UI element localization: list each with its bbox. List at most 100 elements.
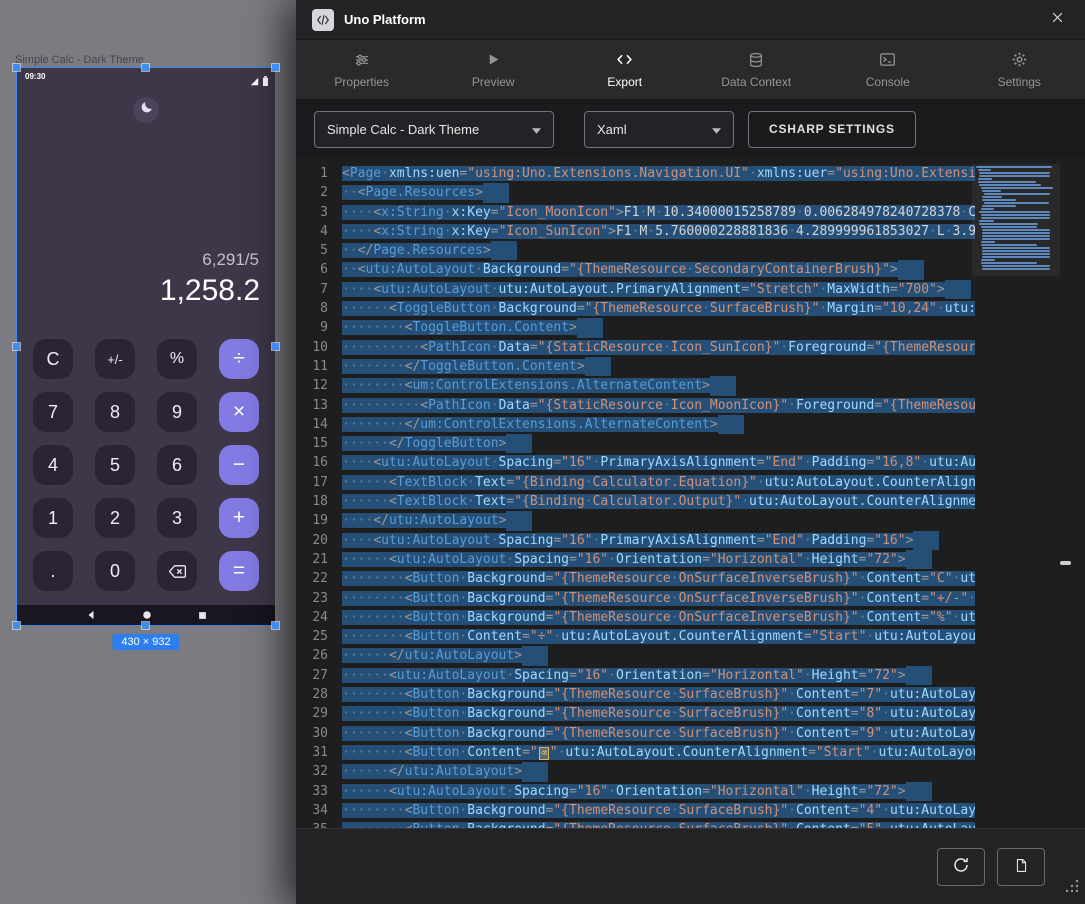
bottom-action-bar [296,828,1085,904]
code-line[interactable]: 28········<Button·Background="{ThemeReso… [296,685,1085,704]
code-line[interactable]: 14········</um:ControlExtensions.Alterna… [296,415,1085,434]
line-number: 35 [296,820,342,828]
code-line[interactable]: 17······<TextBlock·Text="{Binding·Calcul… [296,473,1085,492]
play-icon [486,51,501,69]
code-line[interactable]: 10··········<PathIcon·Data="{StaticResou… [296,338,1085,357]
line-number: 25 [296,627,342,646]
calc-key-÷[interactable]: ÷ [219,339,259,379]
code-line[interactable]: 18······<TextBlock·Text="{Binding·Calcul… [296,492,1085,511]
tab-export[interactable]: Export [559,40,691,99]
code-line[interactable]: 7····<utu:AutoLayout·utu:AutoLayout.Prim… [296,280,1085,299]
calc-key-backspace[interactable] [157,551,197,591]
line-number: 33 [296,782,342,801]
code-line[interactable]: 19····</utu:AutoLayout> [296,511,1085,530]
export-file-button[interactable] [997,848,1045,886]
code-line[interactable]: 29········<Button·Background="{ThemeReso… [296,704,1085,723]
line-number: 28 [296,685,342,704]
calc-key-×[interactable]: × [219,392,259,432]
code-line[interactable]: 34········<Button·Background="{ThemeReso… [296,801,1085,820]
code-line[interactable]: 9········<ToggleButton.Content> [296,318,1085,337]
calc-key-7[interactable]: 7 [33,392,73,432]
nav-home-button[interactable] [142,610,152,620]
calc-key-5[interactable]: 5 [95,445,135,485]
code-line[interactable]: 33······<utu:AutoLayout·Spacing="16"·Ori… [296,782,1085,801]
calc-key-−[interactable]: − [219,445,259,485]
code-line[interactable]: 16····<utu:AutoLayout·Spacing="16"·Prima… [296,453,1085,472]
code-line[interactable]: 5··</Page.Resources> [296,241,1085,260]
format-select-value: Xaml [597,122,627,137]
calc-key-.[interactable]: . [33,551,73,591]
code-line[interactable]: 11········</ToggleButton.Content> [296,357,1085,376]
calc-key-0[interactable]: 0 [95,551,135,591]
calc-key-9[interactable]: 9 [157,392,197,432]
line-number: 6 [296,260,342,279]
theme-select[interactable]: Simple Calc - Dark Theme [314,111,554,148]
code-line[interactable]: 26······</utu:AutoLayout> [296,646,1085,665]
scrollbar-thumb[interactable] [1060,561,1071,565]
tab-label: Preview [472,75,515,89]
line-number: 15 [296,434,342,453]
phone-status-bar: 09:30 [17,68,275,86]
code-line[interactable]: 6··<utu:AutoLayout·Background="{ThemeRes… [296,260,1085,279]
calc-key-4[interactable]: 4 [33,445,73,485]
tab-label: Export [607,75,642,89]
close-button[interactable] [1046,6,1069,34]
phone-artboard[interactable]: 09:30 6,291/5 1,258.2 C+/-%÷789×456−123+… [17,68,275,625]
line-number: 32 [296,762,342,781]
code-line[interactable]: 25········<Button·Content="÷"·utu:AutoLa… [296,627,1085,646]
window-titlebar[interactable]: Uno Platform [296,0,1085,40]
code-line[interactable]: 27······<utu:AutoLayout·Spacing="16"·Ori… [296,666,1085,685]
code-line[interactable]: 2··<Page.Resources> [296,183,1085,202]
calc-key-=[interactable]: = [219,551,259,591]
line-number: 27 [296,666,342,685]
code-line[interactable]: 12········<um:ControlExtensions.Alternat… [296,376,1085,395]
refresh-button[interactable] [937,848,985,886]
tab-settings[interactable]: Settings [954,40,1085,99]
code-line[interactable]: 20····<utu:AutoLayout·Spacing="16"·Prima… [296,531,1085,550]
code-line[interactable]: 1<Page·xmlns:uen="using:Uno.Extensions.N… [296,164,1085,183]
calc-key-C[interactable]: C [33,339,73,379]
nav-recents-button[interactable] [198,611,207,620]
nav-back-button[interactable] [86,610,96,620]
resize-grip[interactable] [1065,879,1079,898]
code-line[interactable]: 8······<ToggleButton·Background="{ThemeR… [296,299,1085,318]
code-editor[interactable]: 1<Page·xmlns:uen="using:Uno.Extensions.N… [296,158,1085,828]
code-line[interactable]: 15······</ToggleButton> [296,434,1085,453]
calc-key-8[interactable]: 8 [95,392,135,432]
code-line[interactable]: 31········<Button·Content="⌫"·utu:AutoLa… [296,743,1085,762]
tab-preview[interactable]: Preview [428,40,560,99]
code-line[interactable]: 35········<Button·Background="{ThemeReso… [296,820,1085,828]
code-line[interactable]: 13··········<PathIcon·Data="{StaticResou… [296,396,1085,415]
tab-console[interactable]: Console [822,40,954,99]
line-number: 3 [296,203,342,222]
code-line[interactable]: 4····<x:String·x:Key="Icon_SunIcon">F1·M… [296,222,1085,241]
code-line[interactable]: 30········<Button·Background="{ThemeReso… [296,724,1085,743]
calc-key-+/-[interactable]: +/- [95,339,135,379]
format-select[interactable]: Xaml [584,111,734,148]
code-line[interactable]: 24········<Button·Background="{ThemeReso… [296,608,1085,627]
code-line[interactable]: 3····<x:String·x:Key="Icon_MoonIcon">F1·… [296,203,1085,222]
tab-properties[interactable]: Properties [296,40,428,99]
calc-key-1[interactable]: 1 [33,498,73,538]
code-line[interactable]: 32······</utu:AutoLayout> [296,762,1085,781]
artboard-title[interactable]: Simple Calc - Dark Theme [15,54,144,66]
calc-key-%[interactable]: % [157,339,197,379]
tab-data-context[interactable]: Data Context [691,40,823,99]
grip-icon [1065,880,1079,897]
calc-key-3[interactable]: 3 [157,498,197,538]
line-number: 1 [296,164,342,183]
code-line[interactable]: 22········<Button·Background="{ThemeReso… [296,569,1085,588]
theme-toggle-button[interactable] [133,97,159,123]
tab-label: Data Context [721,75,791,89]
battery-icon [262,73,269,91]
code-line[interactable]: 23········<Button·Background="{ThemeReso… [296,589,1085,608]
status-time: 09:30 [25,72,45,81]
code-line[interactable]: 21······<utu:AutoLayout·Spacing="16"·Ori… [296,550,1085,569]
uno-logo-icon [312,9,334,31]
calc-key-+[interactable]: + [219,498,259,538]
line-number: 30 [296,724,342,743]
minimap[interactable] [976,164,1056,271]
csharp-settings-button[interactable]: CSHARP SETTINGS [748,111,916,148]
calc-key-2[interactable]: 2 [95,498,135,538]
calc-key-6[interactable]: 6 [157,445,197,485]
